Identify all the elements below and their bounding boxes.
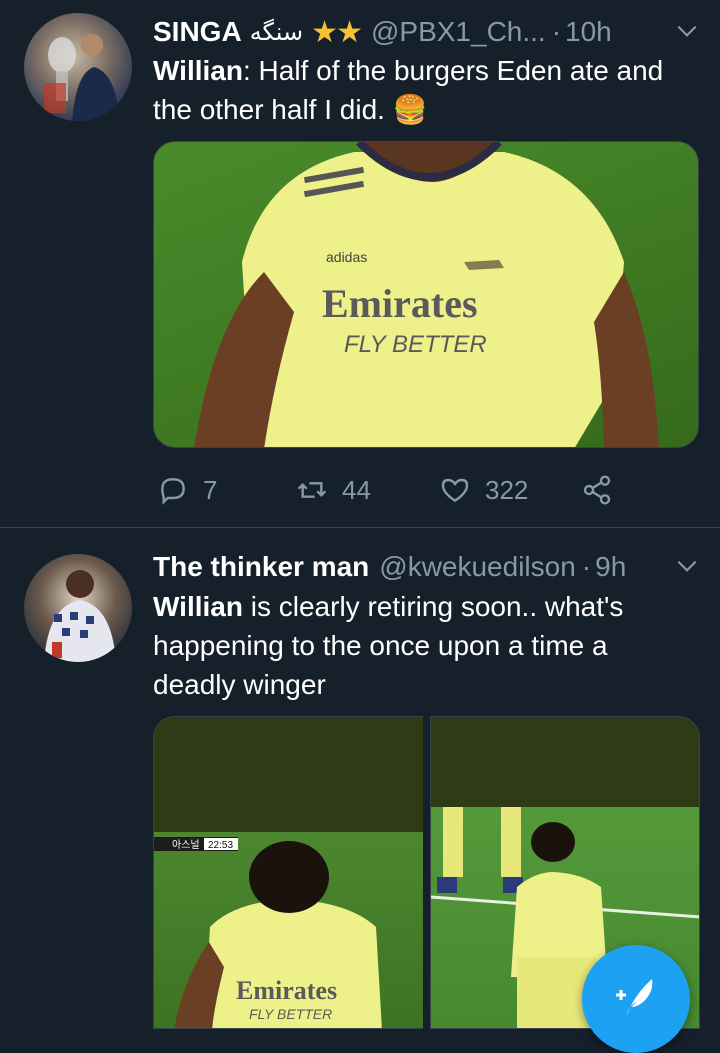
tweet-1[interactable]: SINGA سنگه ★★ @PBX1_Ch... · 10h Willian:… (0, 0, 720, 528)
handle[interactable]: @kwekuedilson (379, 551, 576, 583)
retweet-button[interactable]: 44 (296, 470, 371, 510)
burger-emoji-icon: 🍔 (392, 94, 428, 125)
sponsor-line2: FLY BETTER (344, 331, 487, 358)
chevron-down-icon[interactable] (674, 553, 700, 579)
display-name[interactable]: SINGA (153, 16, 242, 48)
tweet-text: Willian is clearly retiring soon.. what'… (153, 587, 696, 704)
tweet-text-bold: Willian (153, 55, 243, 86)
compose-icon (616, 979, 653, 1017)
chevron-down-icon[interactable] (674, 18, 700, 44)
handle[interactable]: @PBX1_Ch... (371, 16, 546, 48)
tweet-text-bold: Willian (153, 591, 243, 622)
retweet-count: 44 (342, 474, 371, 505)
timestamp[interactable]: 9h (595, 551, 626, 583)
reply-icon (161, 478, 185, 505)
avatar[interactable] (24, 554, 132, 662)
compose-tweet-button[interactable] (582, 945, 690, 1053)
reply-count: 7 (203, 474, 218, 505)
brand-logo: adidas (326, 249, 367, 265)
name-suffix: سنگه (249, 18, 304, 46)
share-button[interactable] (581, 470, 613, 510)
tweet-actions: 7 44 322 (153, 470, 623, 510)
share-icon (583, 475, 611, 505)
sponsor-line2: FLY BETTER (249, 1006, 332, 1022)
display-name[interactable]: The thinker man (153, 551, 369, 583)
scoreboard-time: 22:53 (208, 840, 233, 851)
tweet-text: Willian: Half of the burgers Eden ate an… (153, 51, 696, 129)
star-emoji-icon: ★★ (311, 15, 363, 49)
scoreboard-team: 아스널 (172, 839, 200, 851)
separator: · (581, 551, 592, 582)
retweet-icon (297, 482, 327, 498)
sponsor-line1: Emirates (236, 976, 337, 1005)
tweet-image-left[interactable]: 아스널 22:53 Emirates FLY BETTER (153, 716, 423, 1029)
tweet-image[interactable]: adidas Emirates FLY BETTER (153, 141, 699, 448)
like-count: 322 (485, 474, 529, 505)
reply-button[interactable]: 7 (157, 470, 217, 510)
separator: · (551, 16, 562, 47)
tweet-header: The thinker man @kwekuedilson · 9h (153, 547, 700, 587)
sponsor-line1: Emirates (322, 281, 478, 326)
timestamp[interactable]: 10h (565, 16, 612, 48)
avatar[interactable] (24, 13, 132, 121)
like-button[interactable]: 322 (439, 470, 528, 510)
tweet-header: SINGA سنگه ★★ @PBX1_Ch... · 10h (153, 12, 700, 52)
like-icon (441, 478, 469, 503)
